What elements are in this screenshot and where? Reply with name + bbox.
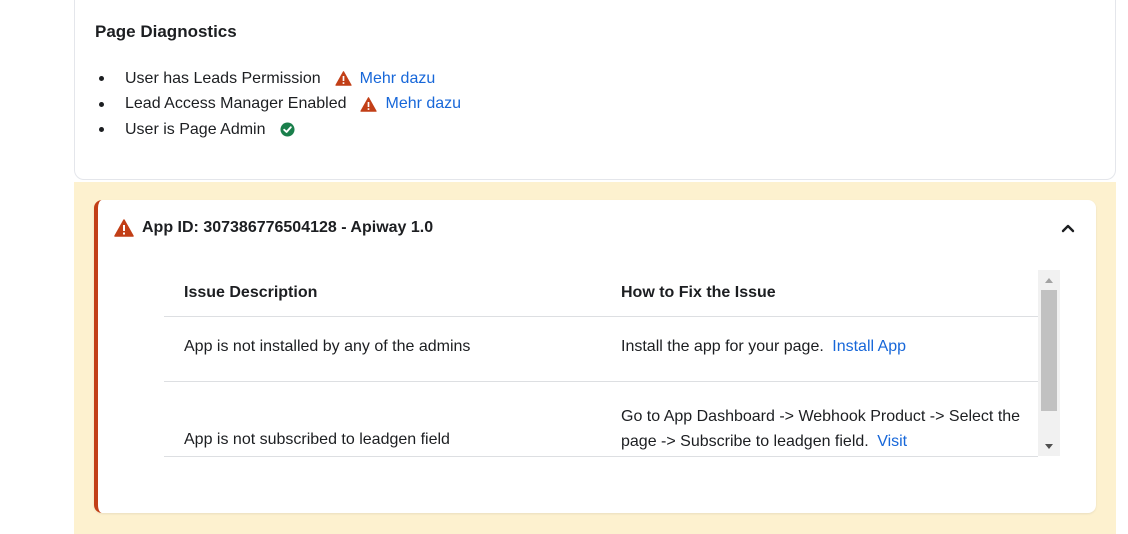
warning-icon bbox=[114, 219, 134, 237]
app-issue-section: App ID: 307386776504128 - Apiway 1.0 Iss… bbox=[74, 182, 1116, 534]
app-title: App ID: 307386776504128 - Apiway 1.0 bbox=[142, 219, 434, 236]
diagnostic-label: User is Page Admin bbox=[125, 120, 266, 138]
app-header: App ID: 307386776504128 - Apiway 1.0 bbox=[114, 218, 433, 238]
warning-icon bbox=[360, 96, 378, 112]
mehr-dazu-link[interactable]: Mehr dazu bbox=[360, 70, 436, 88]
bullet bbox=[99, 127, 104, 133]
scroll-thumb[interactable] bbox=[1041, 290, 1057, 411]
diagnostic-item-page-admin: User is Page Admin bbox=[95, 117, 461, 143]
diagnostics-title: Page Diagnostics bbox=[95, 22, 237, 41]
issues-table: Issue Description How to Fix the Issue A… bbox=[164, 270, 1060, 476]
issue-cell: App is not installed by any of the admin… bbox=[184, 338, 471, 355]
chevron-up-icon bbox=[1061, 224, 1075, 233]
arrow-down-icon bbox=[1045, 443, 1053, 449]
collapse-button[interactable] bbox=[1056, 216, 1080, 240]
bullet bbox=[99, 101, 104, 107]
visit-link[interactable]: Visit bbox=[877, 433, 907, 450]
arrow-up-icon bbox=[1045, 277, 1053, 283]
page-diagnostics-card: Page Diagnostics User has Leads Permissi… bbox=[74, 0, 1116, 180]
table-row: App is not subscribed to leadgen field G… bbox=[164, 382, 1038, 457]
diagnostic-item-leads-permission: User has Leads Permission Mehr dazu bbox=[95, 66, 461, 92]
fix-cell: Go to App Dashboard -> Webhook Product -… bbox=[621, 404, 1021, 454]
header-how-to-fix: How to Fix the Issue bbox=[621, 284, 776, 301]
table-scrollbar[interactable] bbox=[1038, 270, 1060, 456]
issue-cell: App is not subscribed to leadgen field bbox=[184, 431, 450, 448]
install-app-link[interactable]: Install App bbox=[832, 338, 906, 355]
mehr-dazu-link[interactable]: Mehr dazu bbox=[385, 95, 461, 113]
bullet bbox=[99, 76, 104, 82]
diagnostics-list: User has Leads Permission Mehr dazu Lead… bbox=[95, 66, 461, 143]
diagnostic-label: Lead Access Manager Enabled bbox=[125, 95, 347, 113]
app-issue-card: App ID: 307386776504128 - Apiway 1.0 Iss… bbox=[94, 200, 1096, 513]
table-header: Issue Description How to Fix the Issue bbox=[164, 270, 1038, 317]
header-issue-description: Issue Description bbox=[184, 284, 318, 301]
check-circle-icon bbox=[279, 122, 295, 137]
diagnostic-item-lead-access-manager: Lead Access Manager Enabled Mehr dazu bbox=[95, 92, 461, 118]
table-row: App is not installed by any of the admin… bbox=[164, 316, 1038, 382]
fix-text: Install the app for your page. bbox=[621, 338, 824, 355]
warning-icon bbox=[335, 71, 352, 87]
diagnostic-label: User has Leads Permission bbox=[125, 69, 321, 87]
scroll-down-button[interactable] bbox=[1038, 436, 1060, 456]
fix-cell: Install the app for your page. Install A… bbox=[621, 338, 906, 356]
fix-text: Go to App Dashboard -> Webhook Product -… bbox=[621, 408, 1021, 450]
scroll-up-button[interactable] bbox=[1038, 270, 1060, 290]
